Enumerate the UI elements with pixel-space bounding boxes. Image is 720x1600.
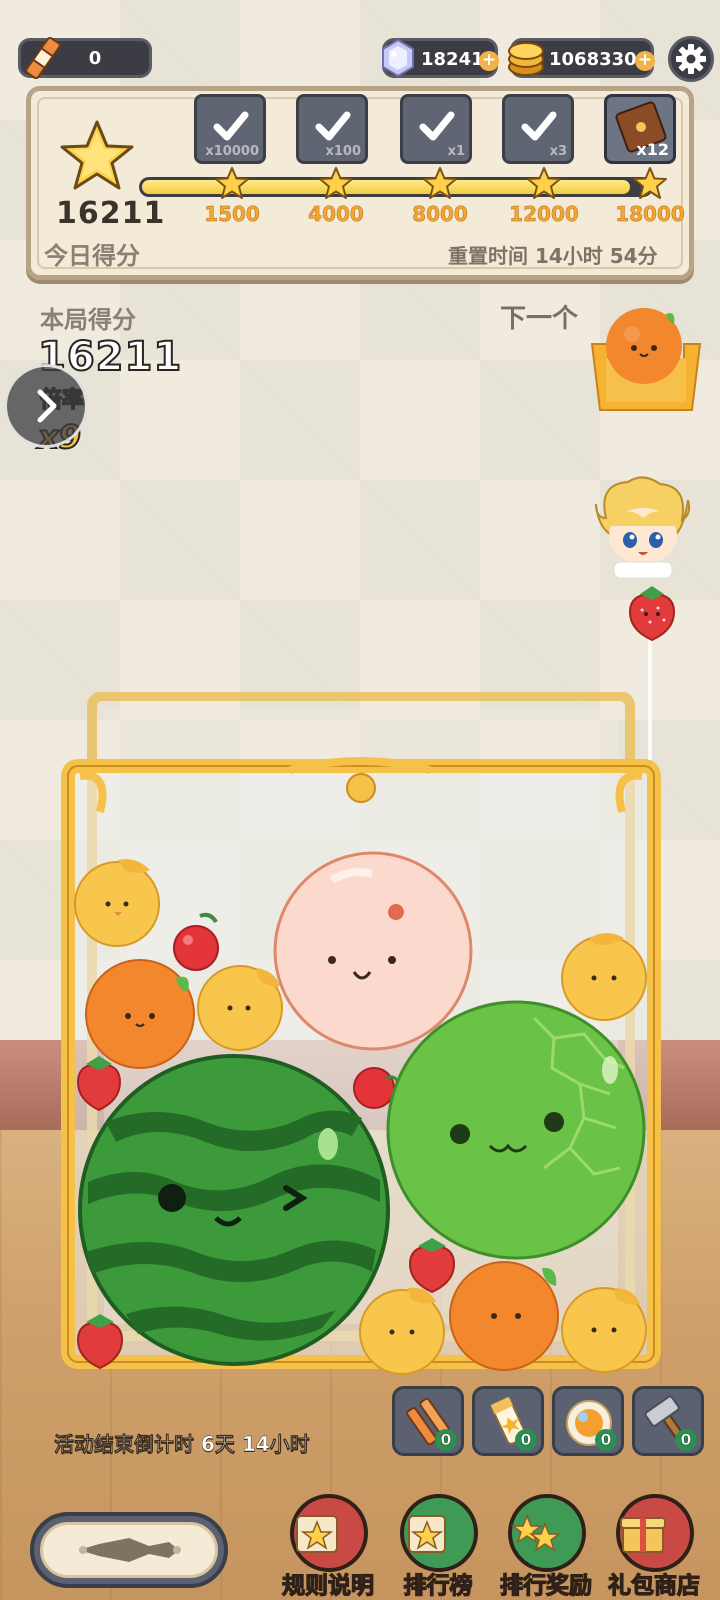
- stars-reward-icon: [510, 1513, 562, 1552]
- launch-button[interactable]: [30, 1512, 228, 1588]
- fruit-orange: [449, 1261, 559, 1371]
- milestone-star-icon: [423, 167, 457, 199]
- next-fruit-preview: [590, 308, 702, 411]
- tool-count: 0: [675, 1429, 697, 1451]
- treasure-chest-reward[interactable]: x12: [604, 94, 676, 164]
- milestone-star-icon: [215, 167, 249, 199]
- launch-button-inner: [40, 1522, 218, 1578]
- milestone-star-icon: [319, 167, 353, 199]
- wing-emblem-icon: [79, 1538, 181, 1562]
- gift-shop-button[interactable]: 礼包商店: [604, 1494, 702, 1600]
- reward-multiplier: x10000: [205, 144, 259, 159]
- gem-counter[interactable]: 18241 +: [382, 38, 499, 78]
- reward-multiplier: x12: [636, 140, 669, 159]
- daily-score-value: 16211: [56, 196, 166, 231]
- stone-reward[interactable]: x1: [400, 94, 472, 164]
- fruit-strawberry: [76, 1314, 124, 1370]
- gem-value: 18241: [421, 49, 484, 70]
- fruit-melon: [386, 1000, 646, 1260]
- daily-score-label: 今日得分: [44, 242, 140, 270]
- tool-count: 0: [435, 1429, 457, 1451]
- check-icon: [213, 111, 249, 141]
- gear-icon: [676, 44, 706, 74]
- milestone-star-icon: [527, 167, 561, 199]
- tool-count: 0: [595, 1429, 617, 1451]
- fruit-lemon: [74, 859, 160, 947]
- milestone-label: 12000: [509, 202, 579, 227]
- check-icon: [315, 111, 351, 141]
- milestone-label: 1500: [204, 202, 260, 227]
- milestone-label: 8000: [412, 202, 468, 227]
- gold-value: 1068330: [549, 49, 637, 70]
- gift-box-icon: [620, 1517, 666, 1553]
- rules-button[interactable]: 规则说明: [278, 1494, 376, 1600]
- held-strawberry: [628, 586, 676, 642]
- leaderboard-button[interactable]: 排行榜: [388, 1494, 486, 1600]
- tool-bottle-item[interactable]: 0: [472, 1386, 544, 1456]
- check-icon: [419, 111, 455, 141]
- round-score-label: 本局得分: [40, 306, 136, 334]
- reset-time: 重置时间 14小时 54分: [448, 244, 658, 268]
- gold-counter[interactable]: 1068330 +: [508, 38, 655, 78]
- gems-reward[interactable]: x100: [296, 94, 368, 164]
- add-gems-icon[interactable]: +: [479, 51, 499, 71]
- leaderboard-icon: [408, 1515, 446, 1553]
- nav-button-label: 规则说明: [281, 1572, 374, 1599]
- ticket-reward[interactable]: x3: [502, 94, 574, 164]
- energy-counter[interactable]: 0: [18, 36, 152, 80]
- nav-button-label: 排行奖励: [499, 1572, 592, 1599]
- reward-multiplier: x100: [325, 144, 361, 159]
- rank-rewards-button[interactable]: 排行奖励: [496, 1494, 594, 1600]
- fruit-lemon: [359, 1287, 445, 1375]
- reward-multiplier: x1: [447, 144, 465, 159]
- milestone-star-icon: [633, 167, 667, 199]
- milestone-label: 18000: [615, 202, 685, 227]
- character-avatar: [595, 476, 691, 579]
- candy-bar-icon: [25, 36, 61, 80]
- gold-coins-reward[interactable]: x10000: [194, 94, 266, 164]
- gold-coins-icon: [508, 42, 544, 76]
- chevron-right-icon: [37, 389, 57, 423]
- rules-book-icon: [296, 1515, 338, 1553]
- fruit-lemon: [561, 1287, 647, 1373]
- tool-orb-item[interactable]: 0: [552, 1386, 624, 1456]
- milestone-label: 4000: [308, 202, 364, 227]
- tool-count: 0: [515, 1429, 537, 1451]
- back-button[interactable]: [4, 364, 88, 448]
- tool-hammer-item[interactable]: 0: [632, 1386, 704, 1456]
- star-icon: [60, 120, 134, 190]
- settings-button[interactable]: [668, 36, 714, 82]
- add-gold-icon[interactable]: +: [635, 51, 655, 71]
- event-countdown: 活动结束倒计时 6天 14小时: [54, 1432, 310, 1456]
- gem-icon: [382, 38, 414, 78]
- check-icon: [521, 111, 557, 141]
- nav-button-label: 排行榜: [403, 1572, 473, 1599]
- reward-multiplier: x3: [549, 144, 567, 159]
- next-fruit-label: 下一个: [500, 304, 579, 334]
- tool-candy-item[interactable]: 0: [392, 1386, 464, 1456]
- nav-button-label: 礼包商店: [607, 1572, 700, 1599]
